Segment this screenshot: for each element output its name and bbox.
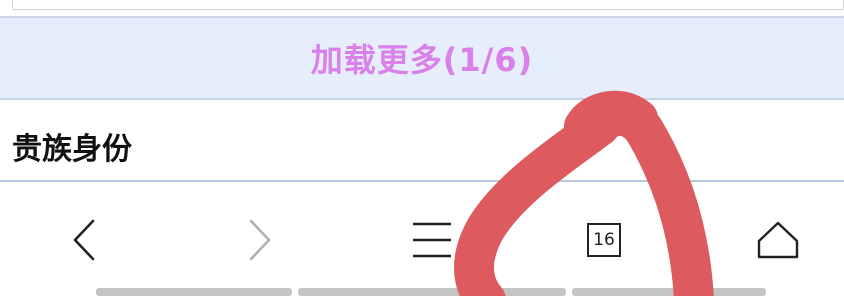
page-indicator-segment xyxy=(572,288,766,296)
home-icon xyxy=(757,221,799,259)
load-more-label: 加载更多(1/6) xyxy=(310,41,534,79)
browser-page: 加载更多(1/6) 贵族身份 16 xyxy=(0,0,844,296)
divider xyxy=(0,180,844,182)
previous-list-item[interactable] xyxy=(12,0,844,10)
tabs-icon: 16 xyxy=(587,223,621,257)
load-more-button[interactable]: 加载更多(1/6) xyxy=(0,18,844,100)
page-indicator-segment xyxy=(298,288,566,296)
section-title: 贵族身份 xyxy=(12,132,132,167)
forward-icon xyxy=(249,219,271,261)
home-button[interactable] xyxy=(748,210,808,270)
menu-button[interactable] xyxy=(402,210,462,270)
back-button[interactable] xyxy=(54,210,114,270)
forward-button[interactable] xyxy=(230,210,290,270)
tabs-count: 16 xyxy=(593,230,615,250)
menu-icon xyxy=(413,222,451,258)
browser-toolbar: 16 xyxy=(0,188,844,288)
page-indicator-segment xyxy=(96,288,292,296)
back-icon xyxy=(73,219,95,261)
tabs-button[interactable]: 16 xyxy=(574,210,634,270)
